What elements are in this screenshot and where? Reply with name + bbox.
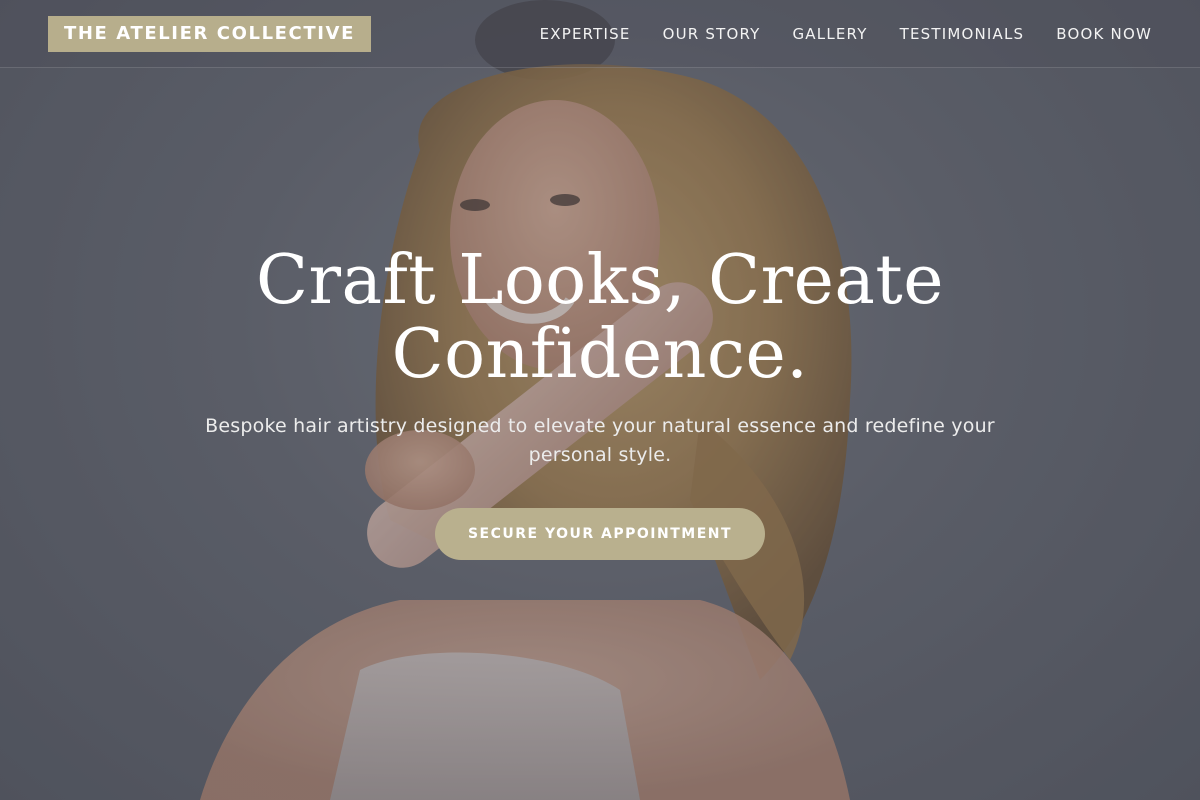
nav-link-gallery[interactable]: GALLERY <box>792 22 867 46</box>
hero-content: Craft Looks, Create Confidence. Bespoke … <box>0 244 1200 560</box>
nav-link-expertise[interactable]: EXPERTISE <box>540 22 631 46</box>
nav-link-book-now[interactable]: BOOK NOW <box>1056 22 1152 46</box>
hero-headline: Craft Looks, Create Confidence. <box>256 241 944 394</box>
nav-link-our-story[interactable]: OUR STORY <box>663 22 761 46</box>
nav-link-testimonials[interactable]: TESTIMONIALS <box>900 22 1025 46</box>
hero-subtext: Bespoke hair artistry designed to elevat… <box>205 415 995 466</box>
hero-section: THE ATELIER COLLECTIVE EXPERTISE OUR STO… <box>0 0 1200 800</box>
site-header: THE ATELIER COLLECTIVE EXPERTISE OUR STO… <box>0 0 1200 68</box>
main-nav: EXPERTISE OUR STORY GALLERY TESTIMONIALS… <box>540 22 1152 46</box>
brand-logo[interactable]: THE ATELIER COLLECTIVE <box>48 16 371 52</box>
secure-appointment-button[interactable]: SECURE YOUR APPOINTMENT <box>435 508 765 560</box>
